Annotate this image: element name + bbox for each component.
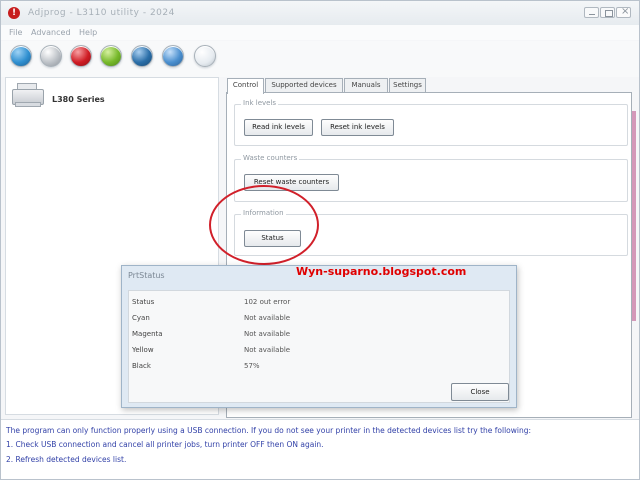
device-name[interactable]: L380 Series <box>52 95 105 104</box>
printer-device-icon <box>12 82 46 108</box>
title-bar: ! Adjprog - L3110 utility - 2024 <box>1 1 639 25</box>
close-window-icon[interactable] <box>616 6 631 18</box>
footer-line-2: 1. Check USB connection and cancel all p… <box>6 440 324 449</box>
globe-icon[interactable] <box>131 45 153 67</box>
footer-line-1: The program can only function properly u… <box>6 426 532 435</box>
app-logo-icon: ! <box>8 7 20 19</box>
status-table: Status 102 out error Cyan Not available … <box>129 295 511 375</box>
table-row: Status 102 out error <box>129 295 511 311</box>
table-row: Cyan Not available <box>129 311 511 327</box>
application-window: ! Adjprog - L3110 utility - 2024 File Ad… <box>0 0 640 480</box>
row-label: Status <box>132 298 155 306</box>
row-label: Magenta <box>132 330 163 338</box>
tab-manuals[interactable]: Manuals <box>344 78 388 92</box>
menu-file[interactable]: File <box>9 28 22 37</box>
stop-icon[interactable] <box>70 45 92 67</box>
printer-icon[interactable] <box>194 45 216 67</box>
watermark-text: Wyn-suparno.blogspot.com <box>296 265 467 278</box>
ink-levels-group: Ink levels Read ink levels Reset ink lev… <box>234 99 628 146</box>
waste-counters-label: Waste counters <box>241 154 300 162</box>
menu-help[interactable]: Help <box>79 28 97 37</box>
row-value: Not available <box>244 346 291 354</box>
info-icon[interactable] <box>100 45 122 67</box>
menu-bar: File Advanced Help <box>1 25 639 40</box>
menu-advanced[interactable]: Advanced <box>31 28 71 37</box>
maximize-icon[interactable] <box>600 7 615 18</box>
tools-icon[interactable] <box>162 45 184 67</box>
row-value: 57% <box>244 362 260 370</box>
dialog-title: PrtStatus <box>128 271 165 280</box>
footer-line-3: 2. Refresh detected devices list. <box>6 455 127 464</box>
minimize-icon[interactable] <box>584 7 599 18</box>
row-value: Not available <box>244 330 291 338</box>
check-icon[interactable] <box>40 45 62 67</box>
tab-settings[interactable]: Settings <box>389 78 426 92</box>
toolbar <box>1 41 639 77</box>
close-button[interactable]: Close <box>451 383 509 401</box>
refresh-icon[interactable] <box>10 45 32 67</box>
tab-supported-devices[interactable]: Supported devices <box>265 78 343 92</box>
table-row: Yellow Not available <box>129 343 511 359</box>
window-title: Adjprog - L3110 utility - 2024 <box>28 8 175 18</box>
row-value: 102 out error <box>244 298 291 306</box>
table-row: Magenta Not available <box>129 327 511 343</box>
row-value: Not available <box>244 314 291 322</box>
row-label: Yellow <box>132 346 154 354</box>
printer-status-dialog: PrtStatus Status 102 out error Cyan Not … <box>121 265 517 408</box>
window-controls <box>584 6 631 18</box>
ink-levels-label: Ink levels <box>241 99 279 107</box>
row-label: Cyan <box>132 314 150 322</box>
highlight-circle <box>209 185 319 265</box>
tab-control[interactable]: Control <box>227 78 264 94</box>
read-ink-levels-button[interactable]: Read ink levels <box>244 119 313 136</box>
edge-artifact <box>632 111 636 321</box>
table-row: Black 57% <box>129 359 511 375</box>
row-label: Black <box>132 362 151 370</box>
reset-ink-levels-button[interactable]: Reset ink levels <box>321 119 394 136</box>
help-footer: The program can only function properly u… <box>1 419 639 479</box>
